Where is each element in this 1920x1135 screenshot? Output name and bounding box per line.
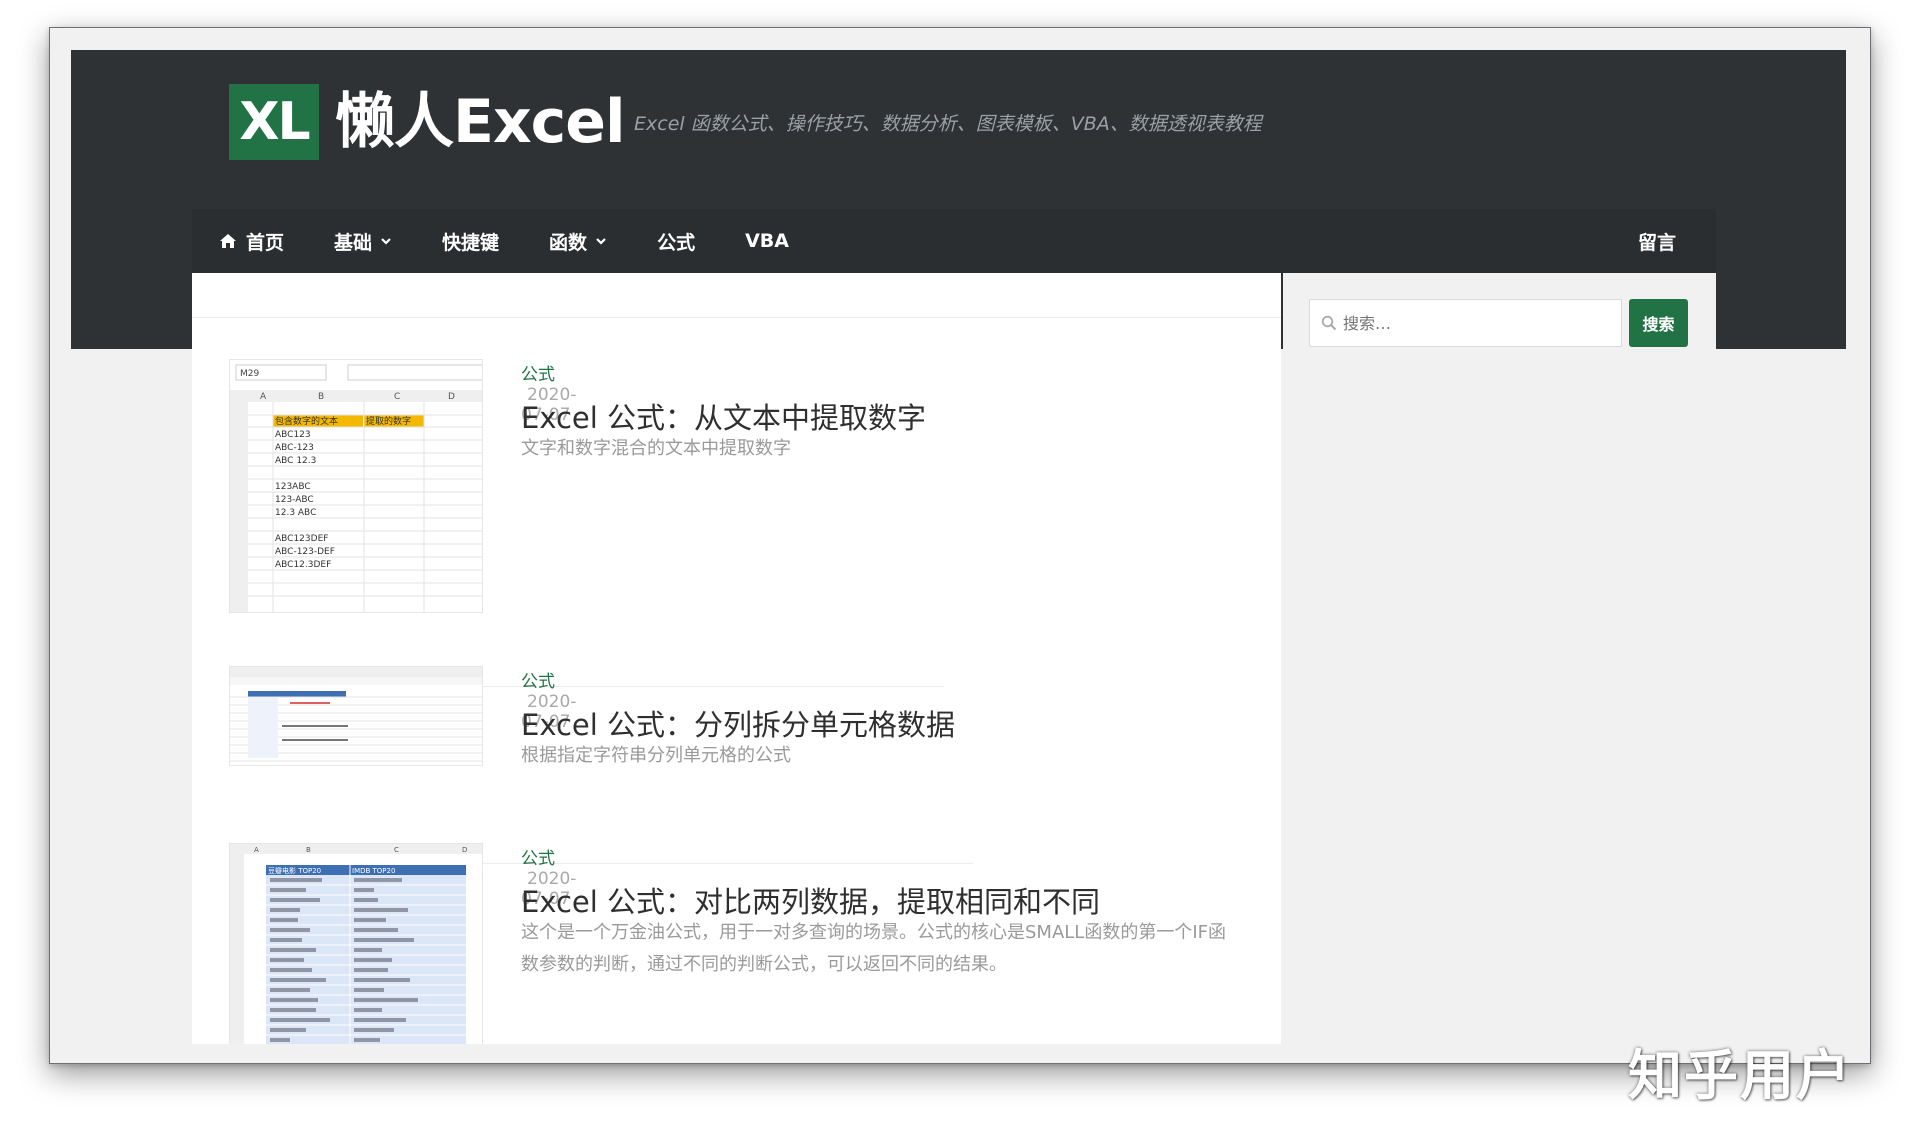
column-header: C bbox=[394, 846, 399, 854]
thumb-cell: ABC-123 bbox=[275, 443, 314, 453]
chevron-down-icon bbox=[596, 238, 606, 245]
chevron-down-icon bbox=[381, 238, 391, 245]
post-excerpt: 根据指定字符串分列单元格的公式 bbox=[521, 745, 791, 766]
nav-label: 首页 bbox=[246, 231, 285, 254]
nav-label: 快捷键 bbox=[442, 231, 500, 254]
nav-item-basics[interactable]: 基础 bbox=[334, 209, 392, 273]
thumb-cell: ABC 12.3 bbox=[275, 456, 316, 466]
thumb-cell: 123-ABC bbox=[275, 495, 314, 505]
nav-item-formulas[interactable]: 公式 bbox=[657, 209, 695, 273]
column-header: D bbox=[462, 846, 467, 854]
post-title[interactable]: Excel 公式：从文本中提取数字 bbox=[521, 395, 926, 437]
column-header: B bbox=[318, 392, 324, 402]
name-box: M29 bbox=[240, 369, 259, 379]
post-list: M29 A B C D 包含数字的文本 提取的数字 ABC123 ABC-123… bbox=[192, 273, 1281, 1044]
thumb-header-cell: 包含数字的文本 bbox=[275, 415, 338, 427]
browser-viewport: XL 懒人Excel Excel 函数公式、操作技巧、数据分析、图表模板、VBA… bbox=[71, 50, 1846, 1044]
screenshot-frame: XL 懒人Excel Excel 函数公式、操作技巧、数据分析、图表模板、VBA… bbox=[49, 27, 1871, 1064]
post-category[interactable]: 公式 bbox=[521, 849, 555, 869]
site-logo[interactable]: XL 懒人Excel bbox=[229, 84, 626, 160]
thumb-header-cell: IMDB TOP20 bbox=[352, 867, 395, 875]
sidebar: 搜索 bbox=[1283, 273, 1716, 1044]
nav-label: 基础 bbox=[334, 231, 373, 254]
column-header: D bbox=[448, 392, 455, 402]
post-title[interactable]: Excel 公式：对比两列数据，提取相同和不同 bbox=[521, 879, 1100, 921]
logo-badge: XL bbox=[229, 84, 319, 160]
thumb-header-cell: 豆瓣电影 TOP20 bbox=[268, 866, 321, 875]
thumb-cell: 12.3 ABC bbox=[275, 508, 316, 518]
watermark: 知乎用户 bbox=[1628, 1044, 1852, 1107]
logo-name: 懒人Excel bbox=[335, 87, 626, 157]
home-icon bbox=[220, 234, 236, 248]
thumb-header-cell: 提取的数字 bbox=[366, 415, 411, 427]
nav-item-functions[interactable]: 函数 bbox=[549, 209, 607, 273]
post-title[interactable]: Excel 公式：分列拆分单元格数据 bbox=[521, 702, 955, 744]
post-thumbnail[interactable] bbox=[229, 666, 483, 766]
nav-item-vba[interactable]: VBA bbox=[745, 209, 789, 273]
nav-label: 留言 bbox=[1637, 231, 1676, 254]
nav-item-guestbook[interactable]: 留言 bbox=[1638, 209, 1676, 273]
column-header: A bbox=[254, 846, 259, 854]
post-excerpt: 文字和数字混合的文本中提取数字 bbox=[521, 438, 791, 459]
spreadsheet-thumbnail-image: A B C D 豆瓣电影 TOP20 IMDB TOP20 bbox=[230, 844, 482, 1044]
column-header: C bbox=[394, 392, 400, 402]
search-icon bbox=[1321, 315, 1337, 331]
post-thumbnail[interactable]: A B C D 豆瓣电影 TOP20 IMDB TOP20 bbox=[229, 843, 483, 1044]
post-category[interactable]: 公式 bbox=[521, 672, 555, 692]
thumb-cell: 123ABC bbox=[275, 482, 311, 492]
nav-label: 公式 bbox=[657, 231, 696, 254]
post-excerpt: 这个是一个万金油公式，用于一对多查询的场景。公式的核心是SMALL函数的第一个I… bbox=[521, 922, 1226, 975]
spreadsheet-thumbnail-image bbox=[230, 667, 482, 765]
thumb-cell: ABC123DEF bbox=[275, 534, 328, 544]
main-nav: 首页 基础 快捷键 函数 公式 VBA 留言 bbox=[192, 209, 1716, 273]
column-header: A bbox=[260, 392, 267, 402]
nav-item-home[interactable]: 首页 bbox=[219, 209, 284, 273]
column-header: B bbox=[306, 846, 311, 854]
site-tagline: Excel 函数公式、操作技巧、数据分析、图表模板、VBA、数据透视表教程 bbox=[634, 113, 1262, 135]
divider bbox=[192, 317, 1281, 318]
post-category[interactable]: 公式 bbox=[521, 365, 555, 385]
thumb-cell: ABC-123-DEF bbox=[275, 547, 335, 557]
nav-label: 函数 bbox=[549, 231, 588, 254]
search-box[interactable] bbox=[1309, 299, 1622, 347]
search-input[interactable] bbox=[1343, 313, 1603, 333]
post-thumbnail[interactable]: M29 A B C D 包含数字的文本 提取的数字 ABC123 ABC-123… bbox=[229, 359, 483, 613]
spreadsheet-thumbnail-image: M29 A B C D 包含数字的文本 提取的数字 ABC123 ABC-123… bbox=[230, 360, 482, 612]
thumb-cell: ABC12.3DEF bbox=[275, 560, 331, 570]
thumb-cell: ABC123 bbox=[275, 430, 311, 440]
nav-item-shortcuts[interactable]: 快捷键 bbox=[442, 209, 499, 273]
nav-label: VBA bbox=[745, 230, 789, 252]
search-button[interactable]: 搜索 bbox=[1629, 299, 1688, 347]
